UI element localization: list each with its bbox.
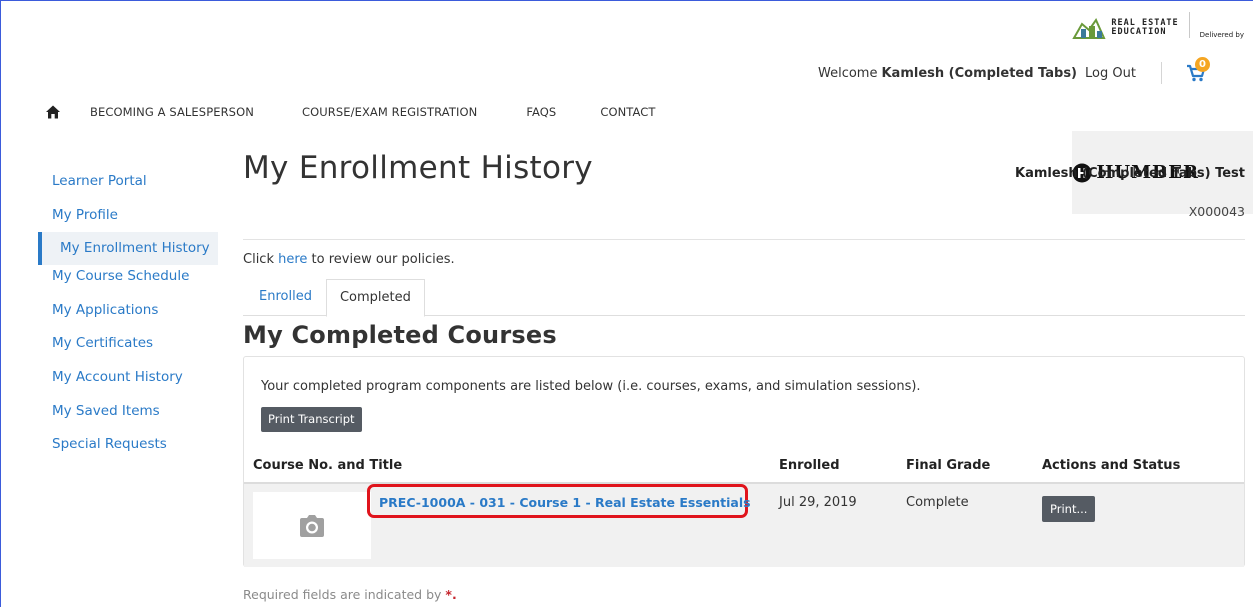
sidebar-item-special-requests[interactable]: Special Requests bbox=[38, 433, 218, 467]
sidebar-item-my-enrollment-history[interactable]: My Enrollment History bbox=[38, 232, 218, 266]
brand-logos: REAL ESTATE EDUCATION Delivered by HUMBE… bbox=[1072, 4, 1253, 214]
welcome-user-name: Kamlesh (Completed Tabs) bbox=[881, 65, 1078, 81]
required-fields-note: Required fields are indicated by *. bbox=[243, 587, 457, 602]
sidebar-item-my-account-history[interactable]: My Account History bbox=[38, 366, 218, 400]
window-left-border bbox=[0, 0, 1, 607]
sidebar-item-my-certificates[interactable]: My Certificates bbox=[38, 332, 218, 366]
policy-prefix: Click bbox=[243, 252, 279, 267]
course-thumbnail bbox=[253, 492, 371, 559]
page-title: My Enrollment History bbox=[243, 150, 593, 186]
print-certificate-button[interactable]: Print... bbox=[1042, 496, 1096, 522]
column-header-final-grade: Final Grade bbox=[906, 458, 991, 473]
table-row: PREC-1000A - 031 - Course 1 - Real Estat… bbox=[244, 484, 1244, 567]
policy-suffix: to review our policies. bbox=[307, 252, 455, 267]
home-icon[interactable] bbox=[45, 104, 61, 120]
nav-becoming-salesperson[interactable]: BECOMING A SALESPERSON bbox=[90, 105, 254, 119]
humber-logo[interactable]: Delivered by HUMBER bbox=[1072, 31, 1253, 214]
required-star: *. bbox=[445, 587, 457, 602]
print-transcript-button[interactable]: Print Transcript bbox=[261, 407, 362, 432]
column-header-course: Course No. and Title bbox=[253, 458, 403, 473]
tab-completed[interactable]: Completed bbox=[325, 279, 425, 317]
enrolled-date: Jul 29, 2019 bbox=[779, 495, 857, 510]
welcome-separator bbox=[1160, 62, 1162, 84]
required-note-text: Required fields are indicated by bbox=[243, 587, 442, 602]
welcome-text: Welcome bbox=[818, 65, 878, 81]
sidebar: Learner Portal My Profile My Enrollment … bbox=[38, 170, 218, 467]
window-top-border bbox=[0, 0, 1253, 1]
cart-count-badge: 0 bbox=[1194, 57, 1210, 72]
real-estate-education-logo[interactable]: REAL ESTATE EDUCATION bbox=[1072, 16, 1178, 40]
cart-button[interactable]: 0 bbox=[1186, 57, 1210, 82]
policy-link[interactable]: here bbox=[278, 252, 307, 267]
sidebar-item-my-course-schedule[interactable]: My Course Schedule bbox=[38, 265, 218, 299]
policy-notice: Click here to review our policies. bbox=[243, 252, 455, 267]
user-full-name: Kamlesh (Completed Tabs) Test bbox=[1015, 166, 1245, 181]
real-estate-logo-icon bbox=[1072, 17, 1106, 39]
sidebar-item-my-applications[interactable]: My Applications bbox=[38, 299, 218, 333]
welcome-bar: Welcome Kamlesh (Completed Tabs) Log Out… bbox=[818, 57, 1210, 84]
title-divider bbox=[243, 239, 1245, 240]
nav-faqs[interactable]: FAQS bbox=[526, 105, 556, 119]
brand-secondary-text: EDUCATION bbox=[1111, 27, 1167, 37]
panel-description: Your completed program components are li… bbox=[261, 379, 921, 394]
column-header-actions: Actions and Status bbox=[1042, 458, 1181, 473]
sidebar-item-my-saved-items[interactable]: My Saved Items bbox=[38, 400, 218, 434]
final-grade: Complete bbox=[906, 495, 969, 510]
column-header-enrolled: Enrolled bbox=[779, 458, 840, 473]
enrollment-tabs: Enrolled Completed bbox=[243, 279, 1245, 317]
course-title-link[interactable]: PREC-1000A - 031 - Course 1 - Real Estat… bbox=[379, 495, 751, 510]
brand-divider bbox=[1188, 12, 1190, 38]
nav-contact[interactable]: CONTACT bbox=[600, 105, 655, 119]
main-nav: BECOMING A SALESPERSON COURSE/EXAM REGIS… bbox=[45, 104, 656, 120]
delivered-by-text: Delivered by bbox=[1199, 31, 1244, 39]
completed-courses-panel: Your completed program components are li… bbox=[243, 356, 1245, 567]
sidebar-item-learner-portal[interactable]: Learner Portal bbox=[38, 170, 218, 204]
nav-course-exam-registration[interactable]: COURSE/EXAM REGISTRATION bbox=[302, 105, 477, 119]
camera-icon bbox=[300, 514, 324, 537]
tab-enrolled[interactable]: Enrolled bbox=[243, 279, 326, 316]
section-title: My Completed Courses bbox=[243, 321, 557, 349]
user-id: X000043 bbox=[1188, 204, 1245, 219]
logout-link[interactable]: Log Out bbox=[1085, 66, 1136, 81]
